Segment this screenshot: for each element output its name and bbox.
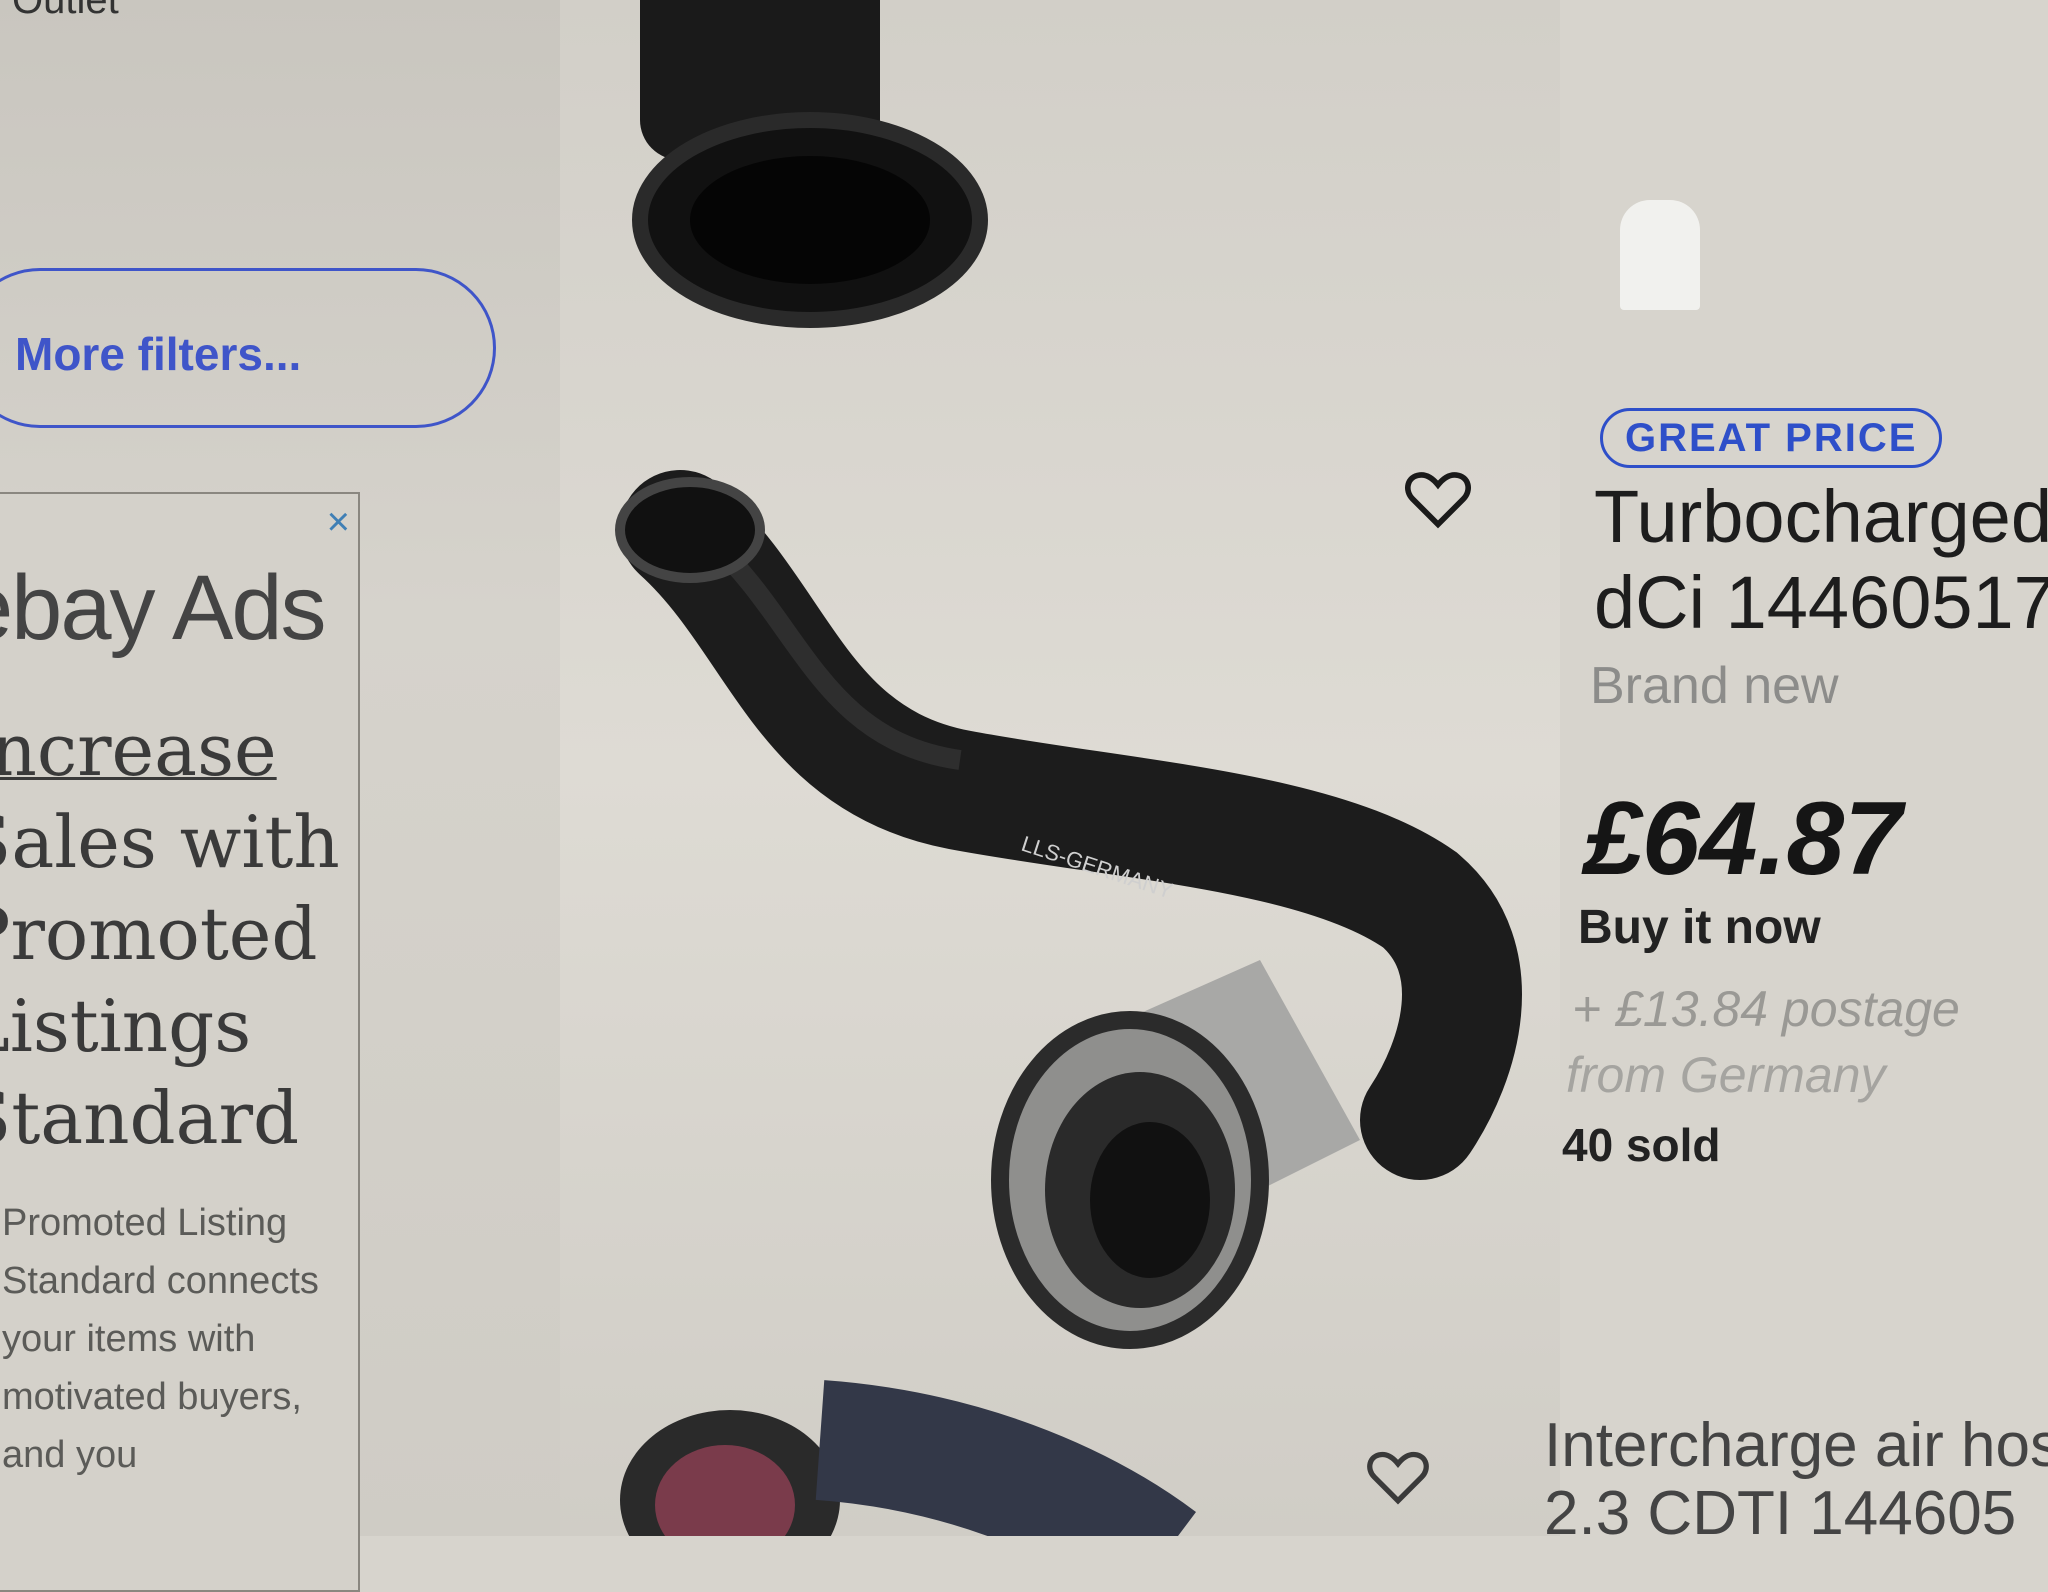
left-sidebar: Outlet More filters... × ebay Ads Increa…	[0, 0, 560, 1592]
listing-title[interactable]: Turbocharged dCi 144605171	[1594, 474, 2048, 646]
item-location: from Germany	[1566, 1047, 1886, 1103]
listing-title-line: 2.3 CDTI 144605	[1544, 1479, 2017, 1548]
next-listing-image	[620, 1380, 1196, 1592]
bottom-connector-image	[991, 960, 1360, 1349]
heart-icon[interactable]	[1404, 468, 1472, 535]
ad-brand: ebay Ads	[0, 557, 327, 659]
ad-panel[interactable]: × ebay Ads Increase Sales with Promoted …	[0, 492, 360, 1592]
item-condition: Brand new	[1590, 657, 1839, 715]
sold-count: 40 sold	[1562, 1119, 1721, 1171]
product-image[interactable]: LLS-GERMANY	[560, 0, 1560, 1592]
ad-headline-line: Standard	[0, 1076, 300, 1160]
filter-label[interactable]: Outlet	[12, 0, 119, 23]
top-connector-image	[632, 0, 988, 328]
postage-cost: + £13.84 postage	[1572, 981, 1960, 1037]
heart-icon[interactable]	[1366, 1448, 1430, 1511]
great-price-badge: GREAT PRICE	[1600, 408, 1943, 468]
close-icon[interactable]: ×	[327, 502, 350, 542]
ad-headline: Increase Sales with Promoted Listings St…	[0, 704, 382, 1164]
more-filters-label: More filters...	[15, 328, 302, 380]
ad-headline-line: Listings	[0, 984, 252, 1068]
ad-headline-line: Increase	[0, 708, 277, 792]
listing-title-line: Turbocharged	[1594, 475, 2048, 558]
listing-title-line: Intercharge air hose	[1544, 1412, 2048, 1480]
listing-title-line: dCi 144605171	[1594, 561, 2048, 644]
ad-headline-line: Sales with	[0, 800, 340, 884]
ad-body-text: Promoted Listing Standard connects your …	[2, 1202, 319, 1476]
buying-format: Buy it now	[1578, 901, 1821, 954]
more-filters-button[interactable]: More filters...	[0, 268, 496, 428]
screen-glare	[1620, 200, 1700, 310]
ad-headline-line: Promoted	[0, 892, 318, 976]
item-price: £64.87	[1584, 781, 1903, 897]
hose-illustration: LLS-GERMANY	[615, 0, 1522, 1592]
next-listing-title[interactable]: Intercharge air hose 2.3 CDTI 144605	[1544, 1412, 2048, 1548]
